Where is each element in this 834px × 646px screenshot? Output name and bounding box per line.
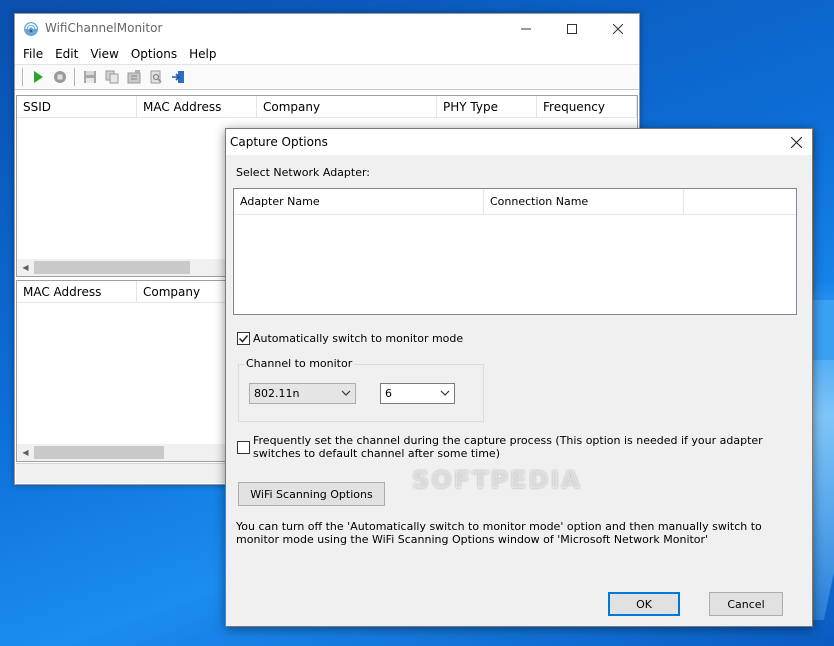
- frequent-set-label[interactable]: Frequently set the channel during the ca…: [253, 434, 793, 460]
- column-phy-type[interactable]: PHY Type: [437, 96, 537, 118]
- menu-bar: File Edit View Options Help: [15, 44, 639, 64]
- toolbar: [15, 64, 639, 90]
- chevron-down-icon: [341, 390, 351, 396]
- copy-button[interactable]: [101, 67, 123, 87]
- phy-type-select[interactable]: 802.11n: [249, 383, 356, 404]
- find-button[interactable]: [145, 67, 167, 87]
- adapter-list-header: Adapter Name Connection Name: [234, 189, 796, 215]
- dialog-close-button[interactable]: [780, 129, 812, 155]
- save-icon: [84, 71, 96, 83]
- copy-icon: [105, 70, 119, 84]
- minimize-button[interactable]: [503, 14, 549, 44]
- channel-value: 6: [385, 387, 392, 400]
- dialog-titlebar[interactable]: Capture Options: [226, 129, 812, 155]
- auto-switch-checkbox[interactable]: [237, 332, 250, 345]
- main-titlebar[interactable]: WifiChannelMonitor: [15, 14, 639, 44]
- stop-capture-button[interactable]: [49, 67, 71, 87]
- column-company[interactable]: Company: [257, 96, 437, 118]
- maximize-button[interactable]: [549, 14, 595, 44]
- exit-button[interactable]: [167, 67, 189, 87]
- column-mac-address[interactable]: MAC Address: [17, 281, 137, 303]
- menu-edit[interactable]: Edit: [49, 47, 84, 61]
- channel-select[interactable]: 6: [380, 383, 455, 404]
- wallpaper-light-strip: [812, 300, 834, 360]
- dialog-title: Capture Options: [230, 135, 328, 149]
- find-icon: [150, 70, 162, 84]
- checkmark-icon: [238, 335, 249, 343]
- save-button[interactable]: [79, 67, 101, 87]
- close-button[interactable]: [595, 14, 641, 44]
- maximize-icon: [567, 24, 577, 34]
- auto-switch-label[interactable]: Automatically switch to monitor mode: [253, 332, 463, 345]
- close-icon: [790, 136, 802, 148]
- window-title: WifiChannelMonitor: [45, 21, 163, 35]
- scroll-left-icon[interactable]: ◀: [17, 259, 34, 276]
- network-list-header: SSID MAC Address Company PHY Type Freque…: [17, 96, 637, 118]
- capture-options-dialog: Capture Options Select Network Adapter: …: [225, 128, 813, 627]
- info-text: You can turn off the 'Automatically swit…: [236, 520, 762, 546]
- close-icon: [613, 24, 623, 34]
- start-capture-button[interactable]: [27, 67, 49, 87]
- adapter-list[interactable]: Adapter Name Connection Name: [233, 188, 797, 315]
- toolbar-separator: [74, 68, 76, 86]
- scroll-thumb[interactable]: [34, 261, 190, 274]
- select-adapter-label: Select Network Adapter:: [236, 166, 371, 179]
- ok-button[interactable]: OK: [608, 592, 680, 616]
- stop-icon: [54, 71, 66, 83]
- toolbar-separator: [22, 68, 24, 86]
- scroll-left-icon[interactable]: ◀: [17, 444, 34, 461]
- exit-icon: [172, 71, 184, 83]
- menu-help[interactable]: Help: [183, 47, 222, 61]
- minimize-icon: [521, 28, 531, 30]
- chevron-down-icon: [440, 390, 450, 396]
- menu-file[interactable]: File: [17, 47, 49, 61]
- channel-group-label: Channel to monitor: [244, 357, 355, 370]
- wifi-scanning-options-button[interactable]: WiFi Scanning Options: [238, 482, 385, 506]
- play-icon: [34, 71, 43, 83]
- watermark-logo: SOFTPEDIA: [412, 466, 582, 494]
- column-ssid[interactable]: SSID: [17, 96, 137, 118]
- cancel-button[interactable]: Cancel: [709, 592, 783, 616]
- frequent-set-checkbox[interactable]: [237, 441, 250, 454]
- phy-type-value: 802.11n: [254, 387, 300, 400]
- scroll-thumb[interactable]: [34, 446, 164, 459]
- properties-button[interactable]: [123, 67, 145, 87]
- column-connection-name[interactable]: Connection Name: [484, 189, 684, 215]
- column-frequency[interactable]: Frequency: [537, 96, 637, 118]
- app-icon: [23, 21, 39, 37]
- column-mac-address[interactable]: MAC Address: [137, 96, 257, 118]
- menu-view[interactable]: View: [84, 47, 124, 61]
- menu-options[interactable]: Options: [125, 47, 183, 61]
- column-adapter-name[interactable]: Adapter Name: [234, 189, 484, 215]
- properties-icon: [127, 70, 141, 84]
